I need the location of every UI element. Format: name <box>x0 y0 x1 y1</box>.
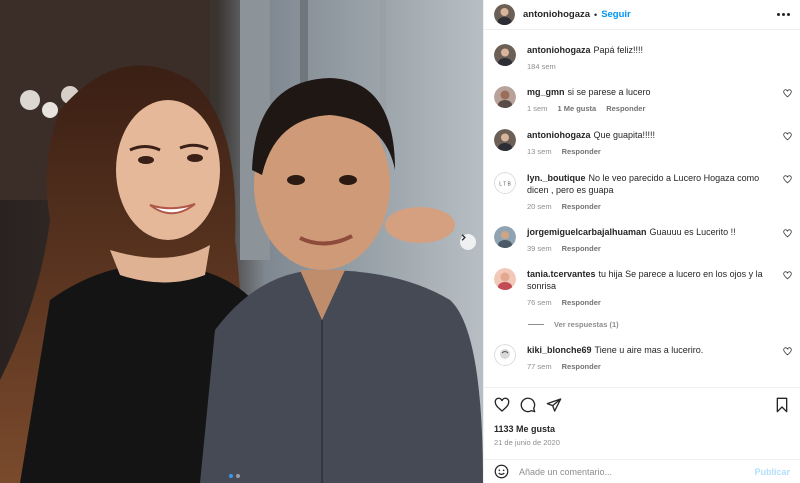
likes-count[interactable]: 1133 Me gusta <box>494 424 555 434</box>
replies-line <box>528 324 544 325</box>
reply-button[interactable]: Responder <box>562 362 601 371</box>
photo-illustration <box>0 0 483 483</box>
comment-item: jorgemiguelcarbajalhuaman Guauuu es Lucer… <box>494 226 792 253</box>
heart-icon[interactable] <box>783 229 792 238</box>
comment-item: antoniohogaza Que guapita!!!!! 13 sem Resp… <box>494 129 792 156</box>
heart-icon[interactable] <box>783 347 792 356</box>
heart-icon[interactable] <box>783 175 792 184</box>
comment-time[interactable]: 77 sem <box>527 362 552 371</box>
comment-time[interactable]: 13 sem <box>527 147 552 156</box>
view-replies-label: Ver respuestas (1) <box>554 320 619 329</box>
caption-time[interactable]: 184 sem <box>527 62 556 71</box>
share-button[interactable] <box>546 397 562 413</box>
heart-icon[interactable] <box>783 271 792 280</box>
comment-item: L T B lyn._boutique No le veo parecido a … <box>494 172 792 211</box>
view-replies-button[interactable]: Ver respuestas (1) <box>528 320 619 329</box>
comment-item: mg_gmn si se parese a lucero 1 sem 1 Me gu… <box>494 86 792 113</box>
comment-likes[interactable]: 1 Me gusta <box>557 104 596 113</box>
comment-username[interactable]: mg_gmn <box>527 87 565 97</box>
carousel-dot-active <box>229 474 233 478</box>
post-photo[interactable] <box>0 0 483 483</box>
comment-time[interactable]: 39 sem <box>527 244 552 253</box>
comment-text: Que guapita!!!!! <box>593 130 656 140</box>
more-icon[interactable] <box>777 13 790 16</box>
caption-text: Papá feliz!!!! <box>593 45 644 55</box>
author-username[interactable]: antoniohogaza <box>523 9 590 20</box>
bookmark-icon <box>776 397 788 413</box>
follow-button[interactable]: Seguir <box>601 9 631 20</box>
comment-time[interactable]: 1 sem <box>527 104 547 113</box>
author-avatar[interactable] <box>494 4 515 25</box>
comment-time[interactable]: 76 sem <box>527 298 552 307</box>
heart-icon[interactable] <box>783 132 792 141</box>
comment-avatar[interactable] <box>494 226 516 248</box>
post-header: antoniohogaza • Seguir <box>484 0 800 30</box>
comment-item: tania.tcervantes tu hija Se parece a luce… <box>494 268 792 307</box>
add-comment-bar: Publicar <box>484 459 800 483</box>
comment-username[interactable]: lyn._boutique <box>527 173 586 183</box>
comment-avatar[interactable] <box>494 86 516 108</box>
save-button[interactable] <box>774 397 790 413</box>
svg-text:L T B: L T B <box>499 182 511 188</box>
comment-username[interactable]: tania.tcervantes <box>527 269 596 279</box>
caption: antoniohogaza Papá feliz!!!! 184 sem <box>494 44 792 71</box>
heart-icon[interactable] <box>783 89 792 98</box>
comment-input[interactable] <box>519 466 755 477</box>
reply-button[interactable]: Responder <box>562 202 601 211</box>
carousel-dot <box>236 474 240 478</box>
comment-icon <box>520 397 536 413</box>
reply-button[interactable]: Responder <box>562 298 601 307</box>
caption-username[interactable]: antoniohogaza <box>527 45 591 55</box>
comment-text: Tiene u aire mas a luceriro. <box>594 345 704 355</box>
action-icons <box>484 388 800 422</box>
comment-username[interactable]: kiki_blonche69 <box>527 345 592 355</box>
post-modal: antoniohogaza • Seguir antoniohogaza Papá… <box>0 0 800 483</box>
comment-avatar[interactable]: L T B <box>494 172 516 194</box>
comment-username[interactable]: antoniohogaza <box>527 130 591 140</box>
heart-icon <box>494 397 510 412</box>
post-actions: 1133 Me gusta 21 de junio de 2020 <box>484 387 800 447</box>
comment-avatar[interactable] <box>494 129 516 151</box>
reply-button[interactable]: Responder <box>606 104 645 113</box>
emoji-button[interactable] <box>494 464 509 479</box>
share-icon <box>546 398 562 412</box>
comment-avatar[interactable] <box>494 344 516 366</box>
post-side-panel: antoniohogaza • Seguir antoniohogaza Papá… <box>483 0 800 483</box>
emoji-icon <box>494 464 509 479</box>
carousel-dots <box>229 474 240 478</box>
reply-button[interactable]: Responder <box>562 147 601 156</box>
comment-avatar[interactable] <box>494 268 516 290</box>
header-separator: • <box>594 9 598 20</box>
comment-list[interactable]: antoniohogaza Papá feliz!!!! 184 sem mg_g… <box>484 38 800 386</box>
comment-username[interactable]: jorgemiguelcarbajalhuaman <box>527 227 647 237</box>
chevron-right-icon <box>461 234 466 241</box>
post-date[interactable]: 21 de junio de 2020 <box>494 438 560 447</box>
comment-button[interactable] <box>520 397 536 413</box>
caption-avatar[interactable] <box>494 44 516 66</box>
next-slide-button[interactable] <box>460 234 476 250</box>
comment-item: kiki_blonche69 Tiene u aire mas a lucerir… <box>494 344 792 371</box>
like-button[interactable] <box>494 397 510 413</box>
comment-text: Guauuu es Lucerito !! <box>649 227 736 237</box>
comment-text: si se parese a lucero <box>567 87 651 97</box>
post-comment-button[interactable]: Publicar <box>754 467 790 477</box>
reply-button[interactable]: Responder <box>562 244 601 253</box>
comment-time[interactable]: 20 sem <box>527 202 552 211</box>
